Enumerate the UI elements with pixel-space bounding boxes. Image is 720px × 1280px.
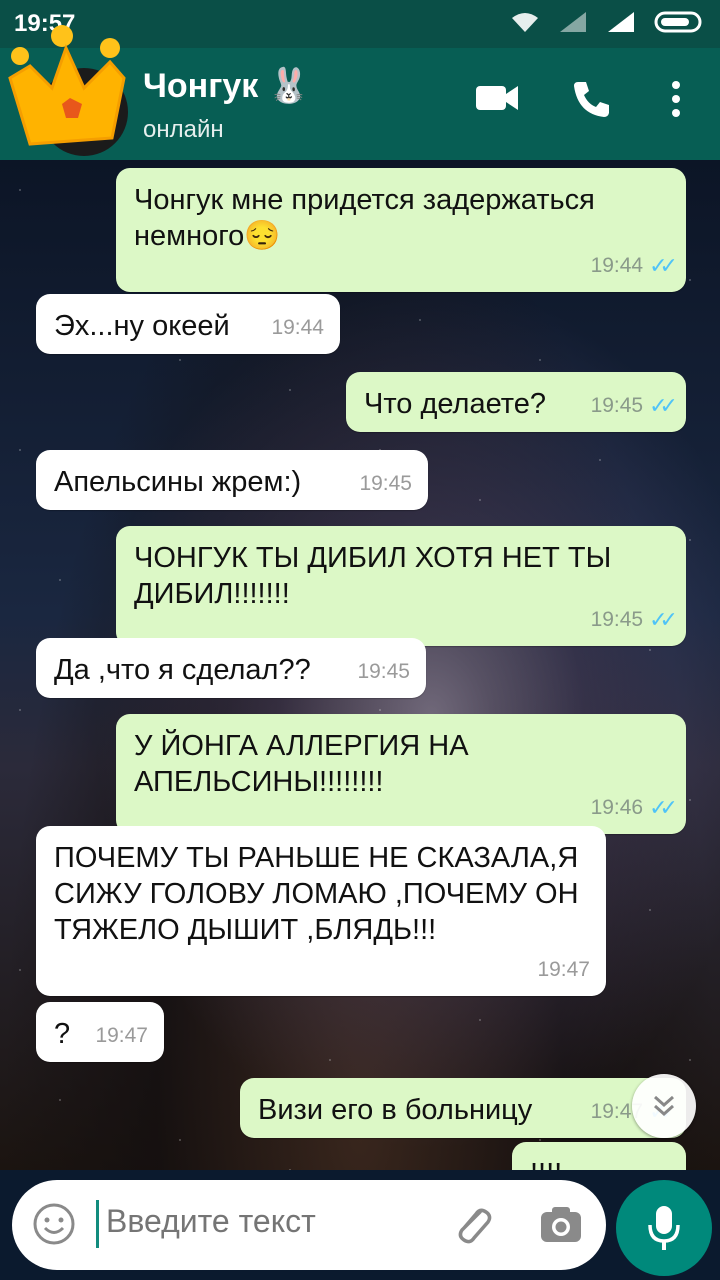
message-outgoing[interactable]: Чонгук мне придется задержаться немного😔…	[116, 168, 686, 292]
message-time: 19:44	[590, 254, 644, 277]
message-text: Апельсины жрем:)	[54, 466, 302, 498]
message-time: 19:46	[590, 796, 644, 819]
message-text: Визи его в больницу	[258, 1094, 533, 1126]
message-text: ПОЧЕМУ ТЫ РАНЬШЕ НЕ СКАЗАЛА,Я СИЖУ ГОЛОВ…	[54, 842, 579, 946]
message-outgoing[interactable]: У ЙОНГА АЛЛЕРГИЯ НА АПЕЛЬСИНЫ!!!!!!!! 19…	[116, 714, 686, 834]
mic-icon	[648, 1206, 680, 1250]
message-meta: 19:45	[359, 466, 412, 502]
emoji-icon[interactable]	[32, 1202, 76, 1246]
message-incoming[interactable]: Апельсины жрем:) 19:45	[36, 450, 428, 510]
message-incoming[interactable]: ПОЧЕМУ ТЫ РАНЬШЕ НЕ СКАЗАЛА,Я СИЖУ ГОЛОВ…	[36, 826, 606, 996]
message-meta: 19:47	[537, 952, 590, 988]
chat-header: ← Чонгук 🐰 онлайн	[0, 25, 720, 160]
message-meta: 19:45	[357, 654, 410, 690]
read-ticks-icon: ✓✓	[649, 795, 678, 820]
message-text: !!!!	[530, 1158, 562, 1170]
message-time: 19:45	[359, 472, 412, 495]
text-caret	[96, 1200, 99, 1248]
message-meta: 19:45 ✓✓	[590, 388, 678, 424]
message-meta: 19:46 ✓✓	[590, 790, 678, 826]
message-meta: 19:45 ✓✓	[590, 602, 678, 638]
message-time: 19:45	[590, 608, 644, 631]
message-meta: 19:44	[271, 310, 324, 346]
message-outgoing[interactable]: !!!!	[512, 1142, 686, 1170]
read-ticks-icon: ✓✓	[649, 253, 678, 278]
contact-name[interactable]: Чонгук 🐰	[143, 66, 310, 106]
chat-area[interactable]: Чонгук мне придется задержаться немного😔…	[0, 160, 720, 1170]
message-input-bar[interactable]	[12, 1180, 606, 1270]
message-outgoing[interactable]: Визи его в больницу 19:47✓✓	[240, 1078, 686, 1138]
message-time: 19:45	[357, 660, 410, 683]
chevron-double-down-icon	[654, 1095, 674, 1117]
message-incoming[interactable]: Эх...ну океей 19:44	[36, 294, 340, 354]
message-time: 19:44	[271, 316, 324, 339]
message-meta: 19:47	[95, 1018, 148, 1054]
message-input[interactable]	[104, 1202, 438, 1241]
message-text: У ЙОНГА АЛЛЕРГИЯ НА АПЕЛЬСИНЫ!!!!!!!!	[134, 730, 469, 798]
message-text: ?	[54, 1018, 71, 1050]
read-ticks-icon: ✓✓	[649, 607, 678, 632]
signal-icon-2	[608, 12, 634, 32]
video-call-icon[interactable]	[474, 78, 520, 118]
paperclip-icon[interactable]	[448, 1200, 496, 1248]
more-vert-icon[interactable]	[664, 78, 688, 120]
message-outgoing[interactable]: ЧОНГУК ТЫ ДИБИЛ ХОТЯ НЕТ ТЫ ДИБИЛ!!!!!!!…	[116, 526, 686, 646]
battery-icon	[654, 11, 702, 33]
message-text: Да ,что я сделал??	[54, 654, 311, 686]
message-text: Что делаете?	[364, 388, 546, 420]
phone-icon[interactable]	[570, 78, 612, 120]
message-time: 19:45	[590, 394, 644, 417]
message-time: 19:47	[537, 958, 590, 981]
scroll-to-bottom-button[interactable]	[632, 1074, 696, 1138]
message-text: Чонгук мне придется задержаться немного😔	[134, 184, 595, 252]
crown-sticker-icon	[8, 25, 126, 146]
contact-status: онлайн	[143, 116, 224, 143]
message-outgoing[interactable]: Что делаете? 19:45 ✓✓	[346, 372, 686, 432]
message-text: ЧОНГУК ТЫ ДИБИЛ ХОТЯ НЕТ ТЫ ДИБИЛ!!!!!!!	[134, 542, 612, 610]
camera-icon[interactable]	[538, 1202, 584, 1248]
mic-button[interactable]	[616, 1180, 712, 1276]
message-incoming[interactable]: ? 19:47	[36, 1002, 164, 1062]
message-time: 19:47	[95, 1024, 148, 1047]
message-incoming[interactable]: Да ,что я сделал?? 19:45	[36, 638, 426, 698]
message-text: Эх...ну океей	[54, 310, 230, 342]
read-ticks-icon: ✓✓	[649, 393, 678, 418]
signal-icon	[560, 12, 586, 32]
wifi-icon	[512, 13, 538, 32]
status-icons	[510, 10, 706, 34]
message-meta: 19:44 ✓✓	[590, 248, 678, 284]
